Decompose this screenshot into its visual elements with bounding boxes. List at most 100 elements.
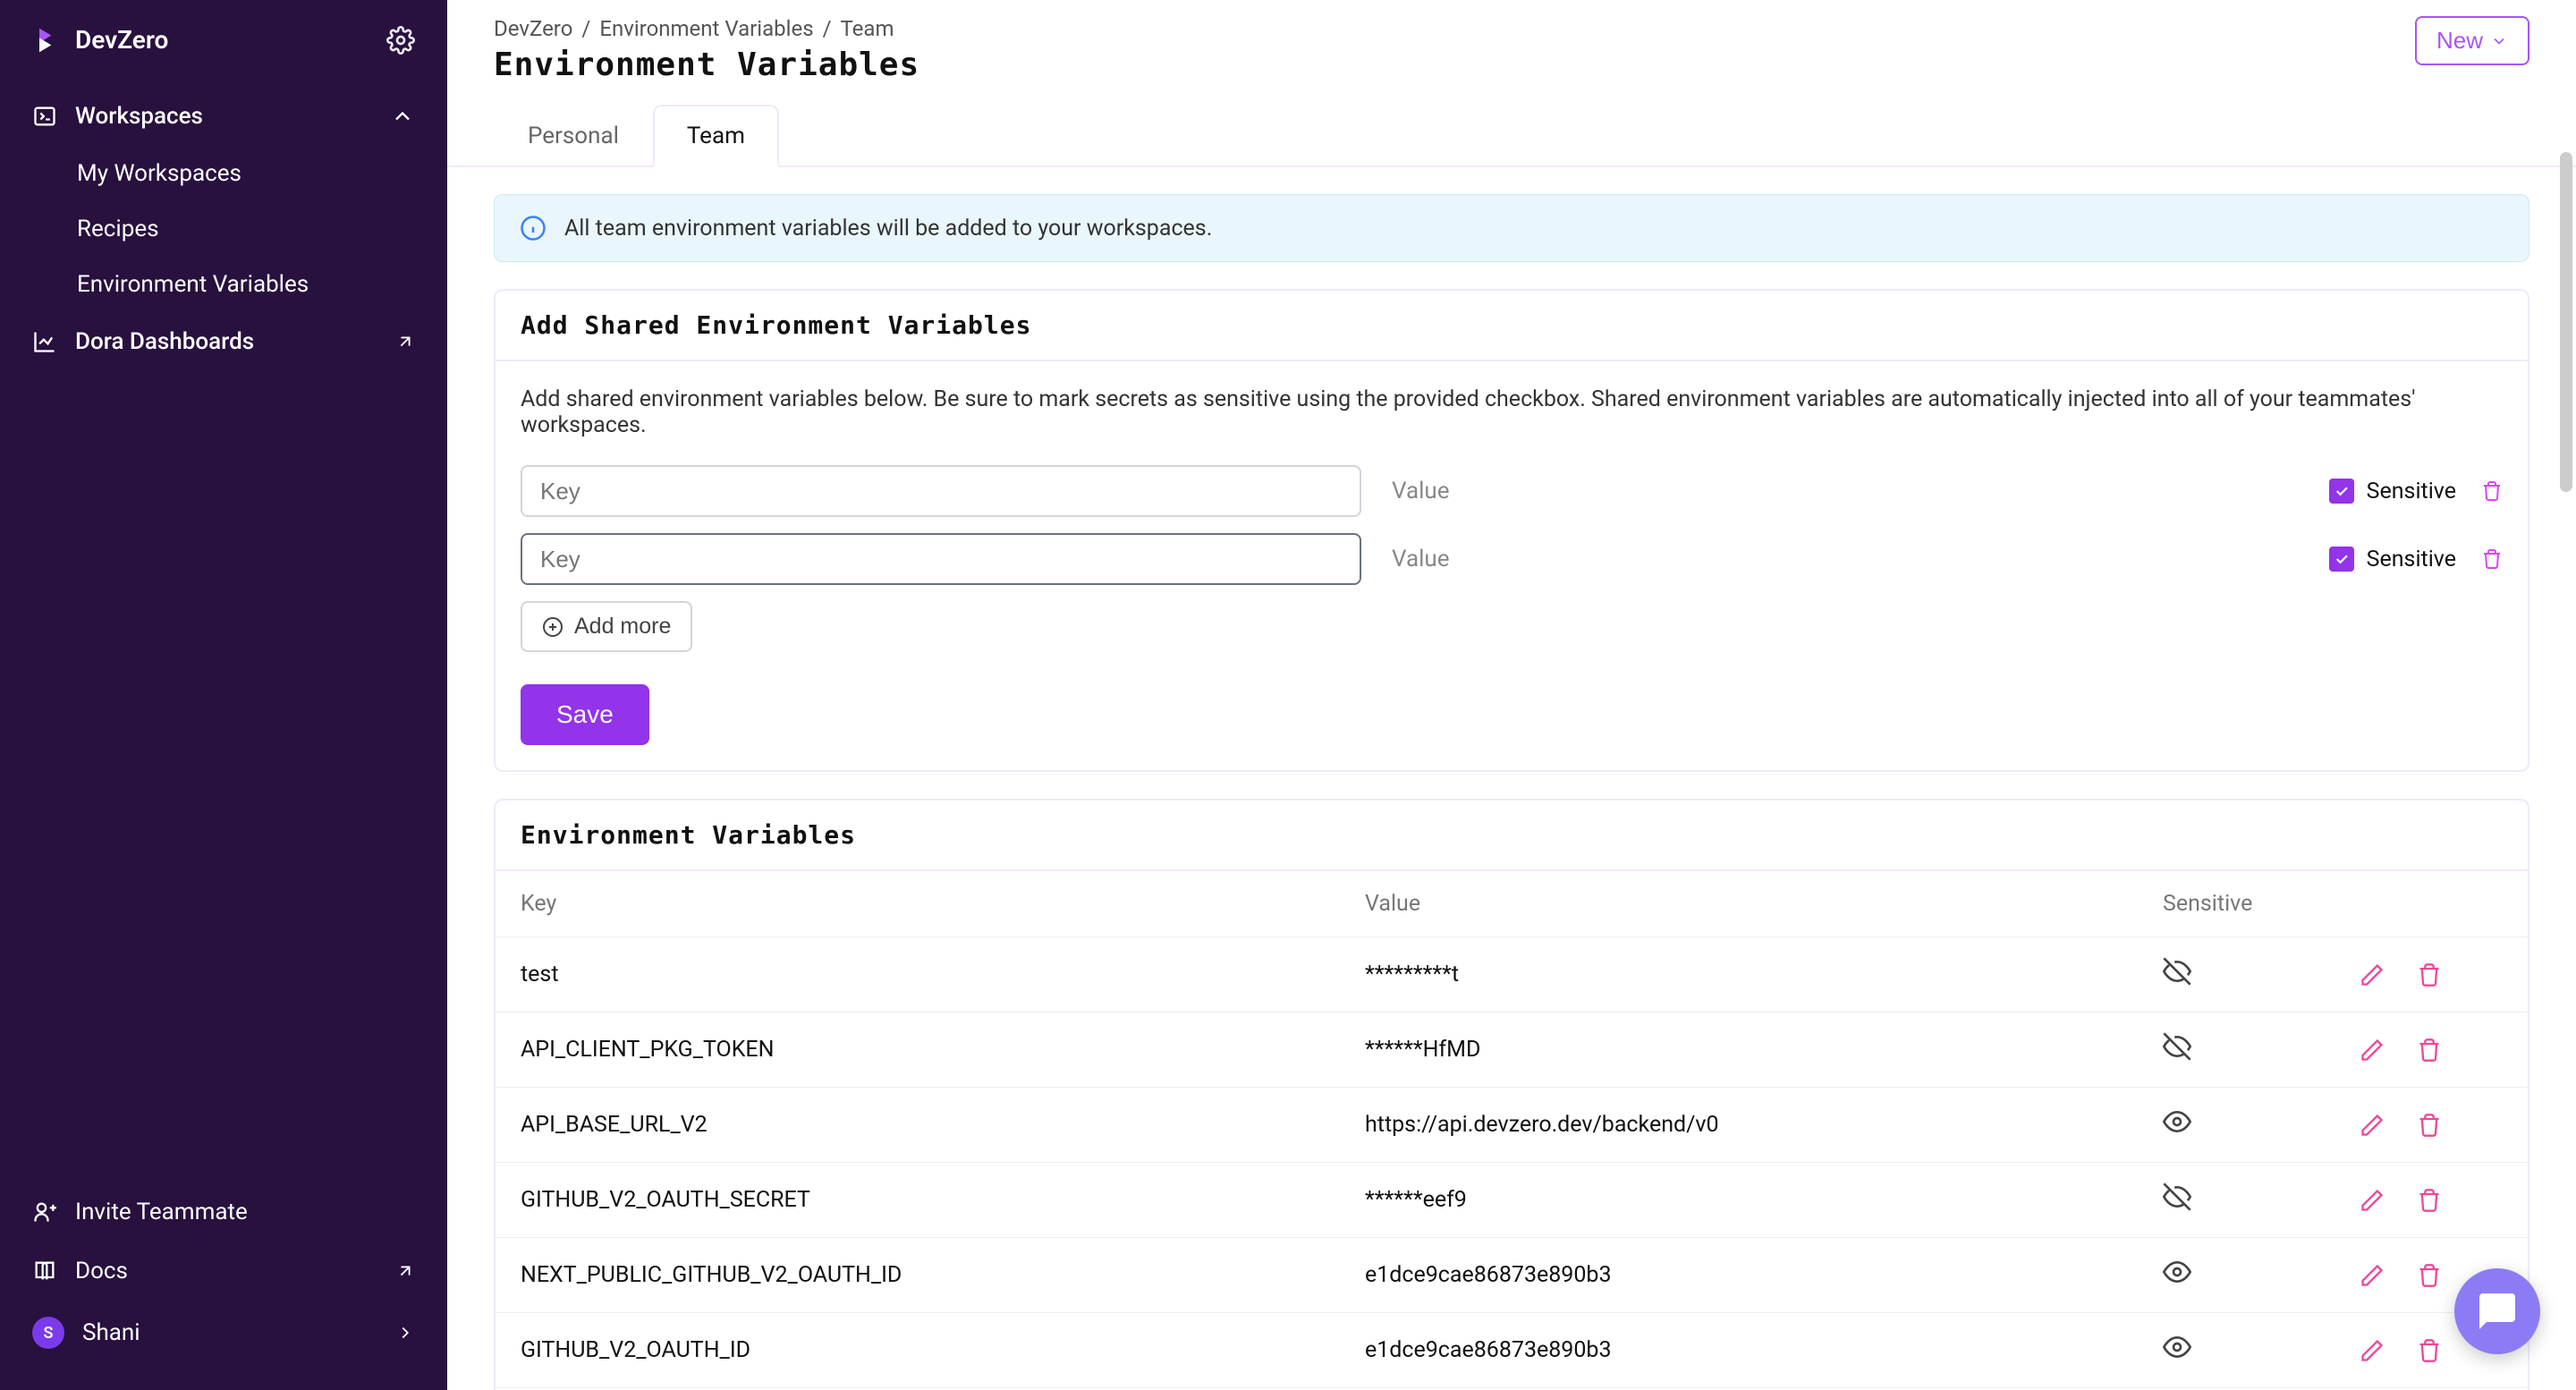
main-content: DevZero/ Environment Variables/ Team Env… [447, 0, 2576, 1390]
new-button[interactable]: New [2415, 16, 2529, 65]
value-input[interactable]: Value [1388, 546, 2229, 572]
user-plus-icon [32, 1199, 57, 1225]
eye-icon[interactable] [2163, 1258, 2191, 1286]
sidebar-bottom: Invite Teammate Docs S Shani [0, 1182, 447, 1365]
table-row: test*********t [496, 937, 2528, 1013]
sidebar-item-my-workspaces[interactable]: My Workspaces [0, 146, 447, 201]
add-env-card-title: Add Shared Environment Variables [496, 291, 2528, 361]
breadcrumb-item[interactable]: DevZero [494, 16, 572, 41]
edit-icon[interactable] [2360, 1338, 2385, 1363]
sensitive-checkbox[interactable] [2329, 547, 2354, 572]
tab-personal[interactable]: Personal [494, 105, 653, 165]
env-key: GITHUB_V2_OAUTH_ID [521, 1337, 1365, 1363]
value-input[interactable]: Value [1388, 478, 2229, 504]
chevron-down-icon [2490, 32, 2508, 50]
trash-icon[interactable] [2481, 480, 2503, 502]
env-key: GITHUB_V2_OAUTH_SECRET [521, 1187, 1365, 1213]
table-row: GITHUB_V2_OAUTH_SECRET******eef9 [496, 1163, 2528, 1238]
env-value: ******eef9 [1365, 1187, 2163, 1213]
table-row: API_BASE_URL_V2https://api.devzero.dev/b… [496, 1088, 2528, 1163]
external-link-icon [395, 1261, 415, 1281]
table-header: Key Value Sensitive [496, 871, 2528, 937]
invite-teammate[interactable]: Invite Teammate [0, 1182, 447, 1242]
docs-link[interactable]: Docs [0, 1242, 447, 1301]
sidebar-section-workspaces[interactable]: Workspaces [0, 87, 447, 146]
edit-icon[interactable] [2360, 1113, 2385, 1138]
sidebar-item-recipes[interactable]: Recipes [0, 201, 447, 257]
edit-icon[interactable] [2360, 1038, 2385, 1063]
add-env-card: Add Shared Environment Variables Add sha… [494, 289, 2529, 772]
eye-icon[interactable] [2163, 1107, 2191, 1136]
env-key: test [521, 962, 1365, 987]
key-input[interactable] [521, 465, 1361, 517]
sensitive-label: Sensitive [2367, 547, 2456, 572]
col-value: Value [1365, 891, 2163, 917]
sidebar: DevZero Workspaces My Workspaces Recipes… [0, 0, 447, 1390]
check-icon [2334, 551, 2350, 567]
trash-icon[interactable] [2417, 1263, 2442, 1288]
key-input[interactable] [521, 533, 1361, 585]
add-more-button[interactable]: Add more [521, 601, 692, 652]
env-vars-card: Environment Variables Key Value Sensitiv… [494, 799, 2529, 1390]
sensitive-checkbox[interactable] [2329, 479, 2354, 504]
eye-icon[interactable] [2163, 1333, 2191, 1361]
gear-icon[interactable] [386, 26, 415, 55]
logo[interactable]: DevZero [32, 25, 168, 55]
scrollbar[interactable] [2560, 152, 2572, 492]
edit-icon[interactable] [2360, 1188, 2385, 1213]
external-link-icon [395, 332, 415, 352]
eye-off-icon[interactable] [2163, 1182, 2191, 1211]
chat-widget[interactable] [2454, 1268, 2540, 1354]
tabs: Personal Team [447, 105, 2576, 167]
col-key: Key [521, 891, 1365, 917]
chevron-up-icon [390, 104, 415, 129]
table-row: API_CLIENT_PKG_TOKEN******HfMD [496, 1013, 2528, 1088]
trash-icon[interactable] [2417, 1113, 2442, 1138]
chart-icon [32, 329, 57, 354]
env-input-row: Value Sensitive [521, 465, 2503, 517]
sidebar-nav: Workspaces My Workspaces Recipes Environ… [0, 87, 447, 1182]
env-value: ******HfMD [1365, 1037, 2163, 1063]
book-icon [32, 1259, 57, 1284]
content: All team environment variables will be a… [447, 167, 2576, 1390]
table-row: NEXT_PUBLIC_GITHUB_V2_OAUTH_IDe1dce9cae8… [496, 1238, 2528, 1313]
header: DevZero/ Environment Variables/ Team Env… [447, 0, 2576, 83]
sidebar-item-env-vars[interactable]: Environment Variables [0, 257, 447, 312]
env-vars-card-title: Environment Variables [496, 801, 2528, 871]
add-env-desc: Add shared environment variables below. … [521, 386, 2503, 438]
banner-text: All team environment variables will be a… [564, 216, 1212, 242]
eye-off-icon[interactable] [2163, 957, 2191, 986]
trash-icon[interactable] [2417, 1188, 2442, 1213]
user-menu[interactable]: S Shani [0, 1301, 447, 1365]
trash-icon[interactable] [2417, 962, 2442, 987]
sidebar-header: DevZero [0, 25, 447, 87]
env-value: https://api.devzero.dev/backend/v0 [1365, 1112, 2163, 1138]
save-button[interactable]: Save [521, 684, 649, 745]
sidebar-section-label: Dora Dashboards [75, 328, 254, 355]
breadcrumb-item[interactable]: Team [841, 16, 894, 41]
page-title: Environment Variables [494, 47, 919, 83]
trash-icon[interactable] [2417, 1038, 2442, 1063]
env-value: e1dce9cae86873e890b3 [1365, 1337, 2163, 1363]
logo-text: DevZero [75, 25, 168, 55]
avatar: S [32, 1317, 64, 1349]
env-value: *********t [1365, 962, 2163, 987]
edit-icon[interactable] [2360, 962, 2385, 987]
trash-icon[interactable] [2417, 1338, 2442, 1363]
env-key: API_BASE_URL_V2 [521, 1112, 1365, 1138]
tab-team[interactable]: Team [653, 105, 779, 167]
env-key: API_CLIENT_PKG_TOKEN [521, 1037, 1365, 1063]
sidebar-section-dora[interactable]: Dora Dashboards [0, 312, 447, 371]
edit-icon[interactable] [2360, 1263, 2385, 1288]
trash-icon[interactable] [2481, 548, 2503, 570]
terminal-icon [32, 104, 57, 129]
table-row: GITHUB_V2_OAUTH_IDe1dce9cae86873e890b3 [496, 1313, 2528, 1388]
chat-icon [2476, 1290, 2519, 1333]
col-sensitive: Sensitive [2163, 891, 2360, 917]
eye-off-icon[interactable] [2163, 1032, 2191, 1061]
chevron-right-icon [395, 1323, 415, 1343]
logo-icon [32, 26, 61, 55]
env-input-row: Value Sensitive [521, 533, 2503, 585]
breadcrumb-item[interactable]: Environment Variables [599, 16, 813, 41]
env-key: NEXT_PUBLIC_GITHUB_V2_OAUTH_ID [521, 1262, 1365, 1288]
